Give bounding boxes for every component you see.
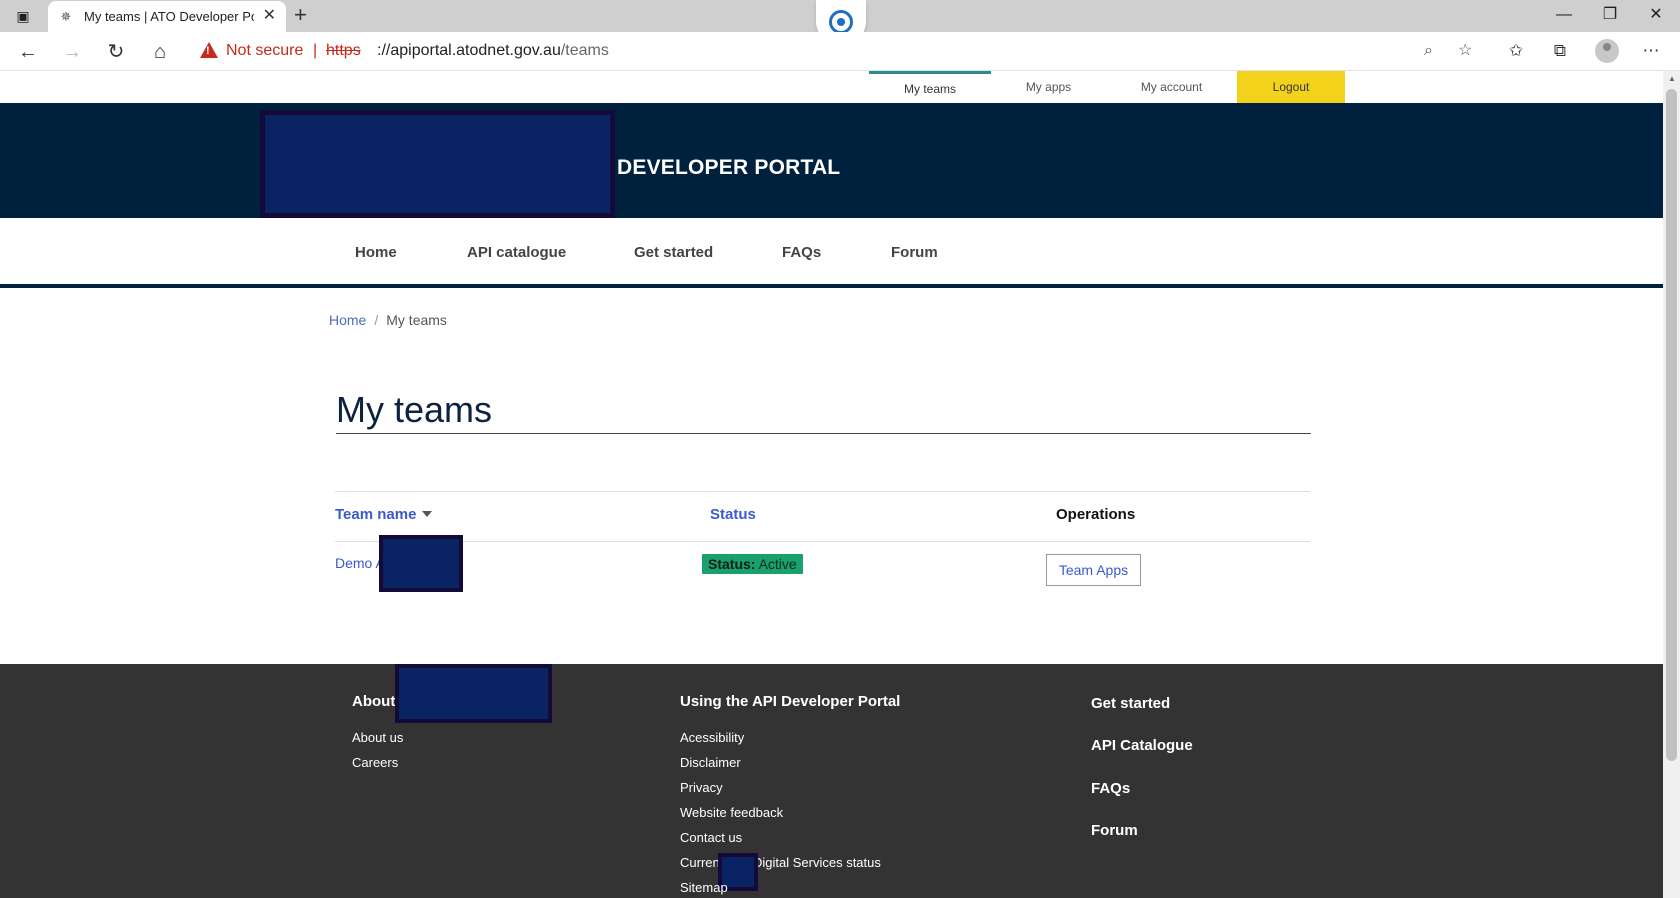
zoom-icon[interactable]: ⌕ bbox=[1424, 41, 1433, 61]
browser-address-bar: ← → ↻ ⌂ Not secure | https ://apiportal.… bbox=[0, 32, 1680, 71]
home-icon[interactable]: ⌂ bbox=[148, 40, 172, 64]
ato-crest-icon: ✵ bbox=[60, 9, 72, 24]
footer-link-forum[interactable]: Forum bbox=[1091, 822, 1138, 839]
url-scheme: https bbox=[326, 42, 361, 59]
nav-home[interactable]: Home bbox=[355, 244, 397, 261]
status-value: Active bbox=[758, 556, 797, 572]
breadcrumb-home-link[interactable]: Home bbox=[329, 312, 366, 328]
breadcrumb: Home / My teams bbox=[329, 312, 447, 328]
page-title: My teams bbox=[336, 389, 493, 430]
more-options-icon[interactable]: ⋯ bbox=[1640, 41, 1662, 61]
tab-title: My teams | ATO Developer Portal bbox=[84, 9, 254, 24]
footer-link-privacy[interactable]: Privacy bbox=[680, 780, 723, 795]
util-my-apps-link[interactable]: My apps bbox=[991, 71, 1106, 103]
favorites-icon[interactable]: ✩ bbox=[1505, 41, 1527, 61]
util-my-account-link[interactable]: My account bbox=[1106, 71, 1237, 103]
footer-link-digital-services-status[interactable]: Digital Services status bbox=[753, 855, 881, 870]
browser-tab[interactable]: ✵ My teams | ATO Developer Portal ✕ bbox=[48, 1, 286, 32]
footer-link-about-us[interactable]: About us bbox=[352, 730, 403, 745]
table-divider bbox=[335, 491, 1310, 492]
status-badge: Status: Active bbox=[702, 554, 803, 574]
url-input[interactable]: Not secure | https ://apiportal.atodnet.… bbox=[190, 36, 1485, 66]
nav-forum[interactable]: Forum bbox=[891, 244, 938, 261]
not-secure-label: Not secure bbox=[226, 42, 304, 59]
column-header-status[interactable]: Status bbox=[710, 506, 756, 523]
utility-nav: My teams My apps My account Logout bbox=[0, 71, 1663, 103]
main-nav: Home API catalogue Get started FAQs Foru… bbox=[0, 218, 1663, 288]
footer-using-heading: Using the API Developer Portal bbox=[680, 693, 901, 710]
footer-link-current[interactable]: Current bbox=[680, 855, 723, 870]
title-divider bbox=[336, 433, 1311, 434]
site-header: DEVELOPER PORTAL bbox=[0, 103, 1663, 218]
logout-button[interactable]: Logout bbox=[1237, 71, 1345, 103]
warning-icon bbox=[200, 42, 218, 58]
nav-api-catalogue[interactable]: API catalogue bbox=[467, 244, 566, 261]
close-window-icon[interactable]: ✕ bbox=[1633, 4, 1679, 26]
breadcrumb-separator: / bbox=[374, 312, 379, 328]
browser-tab-bar: ▣ ✵ My teams | ATO Developer Portal ✕ + … bbox=[0, 0, 1680, 46]
url-separator: | bbox=[313, 42, 318, 59]
collections-icon[interactable]: ⧉ bbox=[1549, 41, 1571, 61]
footer-link-get-started[interactable]: Get started bbox=[1091, 695, 1170, 712]
portal-title: DEVELOPER PORTAL bbox=[617, 156, 841, 179]
minimize-icon[interactable]: — bbox=[1541, 4, 1587, 26]
team-name-link[interactable]: Demo A bbox=[335, 555, 385, 571]
nav-faqs[interactable]: FAQs bbox=[782, 244, 821, 261]
footer-link-disclaimer[interactable]: Disclaimer bbox=[680, 755, 741, 770]
footer-link-careers[interactable]: Careers bbox=[352, 755, 398, 770]
profile-avatar[interactable] bbox=[1595, 39, 1619, 63]
team-apps-button[interactable]: Team Apps bbox=[1046, 554, 1141, 586]
util-my-teams-link[interactable]: My teams bbox=[869, 71, 991, 103]
footer-link-api-catalogue[interactable]: API Catalogue bbox=[1091, 737, 1193, 754]
redacted-logo bbox=[260, 110, 615, 218]
status-label: Status: bbox=[708, 556, 756, 572]
column-header-team-name[interactable]: Team name bbox=[335, 506, 433, 523]
back-icon[interactable]: ← bbox=[16, 40, 40, 64]
redacted-block bbox=[395, 664, 552, 723]
url-host: ://apiportal.atodnet.gov.au/teams bbox=[377, 42, 609, 59]
footer-about-heading: About bbox=[352, 693, 396, 710]
reload-icon[interactable]: ↻ bbox=[104, 40, 128, 64]
site-footer: About About us Careers Using the API Dev… bbox=[0, 664, 1663, 898]
page-viewport: My teams My apps My account Logout DEVEL… bbox=[0, 71, 1663, 898]
add-favorite-icon[interactable]: ☆ bbox=[1458, 41, 1472, 61]
forward-icon[interactable]: → bbox=[60, 40, 84, 64]
close-tab-icon[interactable]: ✕ bbox=[263, 7, 276, 25]
footer-link-faqs[interactable]: FAQs bbox=[1091, 780, 1130, 797]
nav-get-started[interactable]: Get started bbox=[634, 244, 713, 261]
page-scrollbar[interactable]: ▲ bbox=[1663, 71, 1680, 898]
restore-icon[interactable]: ❐ bbox=[1587, 4, 1633, 26]
new-tab-icon[interactable]: + bbox=[294, 3, 307, 27]
sort-desc-icon bbox=[422, 511, 433, 517]
header-divider bbox=[335, 541, 1310, 542]
url-path: /teams bbox=[560, 42, 609, 59]
scroll-up-icon[interactable]: ▲ bbox=[1668, 74, 1676, 83]
column-header-operations: Operations bbox=[1056, 506, 1136, 523]
scroll-thumb[interactable] bbox=[1666, 89, 1677, 761]
footer-link-sitemap[interactable]: Sitemap bbox=[680, 880, 728, 895]
tab-actions-icon[interactable]: ▣ bbox=[14, 7, 32, 25]
footer-link-contact-us[interactable]: Contact us bbox=[680, 830, 742, 845]
redacted-block bbox=[379, 535, 463, 592]
breadcrumb-current: My teams bbox=[386, 312, 447, 328]
footer-link-website-feedback[interactable]: Website feedback bbox=[680, 805, 783, 820]
footer-link-accessibility[interactable]: Acessibility bbox=[680, 730, 744, 745]
